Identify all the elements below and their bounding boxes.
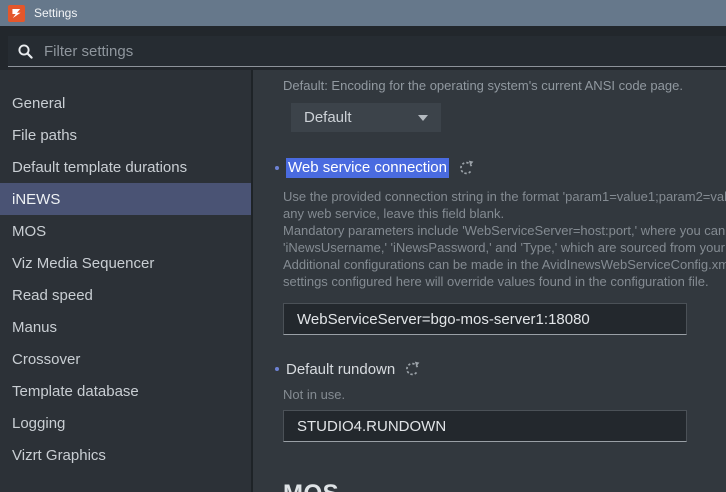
app-logo-icon: [8, 5, 25, 22]
sidebar-item-template-database[interactable]: Template database: [0, 375, 251, 407]
search-icon: [17, 43, 34, 60]
sidebar-item-viz-media-sequencer[interactable]: Viz Media Sequencer: [0, 247, 251, 279]
web-service-connection-label: Web service connection: [286, 158, 449, 178]
sidebar-item-crossover[interactable]: Crossover: [0, 343, 251, 375]
sidebar-item-mos[interactable]: MOS: [0, 215, 251, 247]
settings-content-panel: Default: Encoding for the operating syst…: [253, 70, 726, 492]
sidebar-item-file-paths[interactable]: File paths: [0, 119, 251, 151]
setting-bullet-icon: [275, 367, 279, 371]
reset-to-default-icon[interactable]: [404, 361, 420, 377]
sidebar-item-general[interactable]: General: [0, 87, 251, 119]
reset-to-default-icon[interactable]: [458, 160, 474, 176]
chevron-down-icon: [418, 115, 428, 121]
web-service-description: Use the provided connection string in th…: [283, 188, 726, 290]
filter-field[interactable]: [8, 36, 726, 67]
encoding-dropdown[interactable]: Default: [291, 103, 441, 132]
web-service-connection-row: Web service connection: [275, 158, 726, 178]
sidebar-item-default-template-durations[interactable]: Default template durations: [0, 151, 251, 183]
mos-section-heading: MOS: [283, 480, 726, 492]
setting-bullet-icon: [275, 166, 279, 170]
encoding-dropdown-value: Default: [304, 109, 352, 126]
window-titlebar[interactable]: Settings: [0, 0, 726, 26]
sidebar-item-vizrt-graphics[interactable]: Vizrt Graphics: [0, 439, 251, 471]
sidebar-item-read-speed[interactable]: Read speed: [0, 279, 251, 311]
filter-bar: [0, 26, 726, 70]
main-area: General File paths Default template dura…: [0, 70, 726, 492]
sidebar-item-manus[interactable]: Manus: [0, 311, 251, 343]
default-rundown-input[interactable]: [283, 410, 687, 442]
sidebar-item-inews[interactable]: iNEWS: [0, 183, 251, 215]
web-service-connection-input[interactable]: [283, 303, 687, 335]
window-title: Settings: [34, 6, 77, 20]
sidebar-item-logging[interactable]: Logging: [0, 407, 251, 439]
filter-settings-input[interactable]: [44, 43, 726, 60]
settings-sidebar: General File paths Default template dura…: [0, 70, 253, 492]
default-rundown-label: Default rundown: [286, 361, 395, 378]
default-rundown-row: Default rundown: [275, 359, 726, 379]
default-rundown-status: Not in use.: [283, 387, 726, 402]
encoding-help-text: Default: Encoding for the operating syst…: [283, 78, 726, 94]
